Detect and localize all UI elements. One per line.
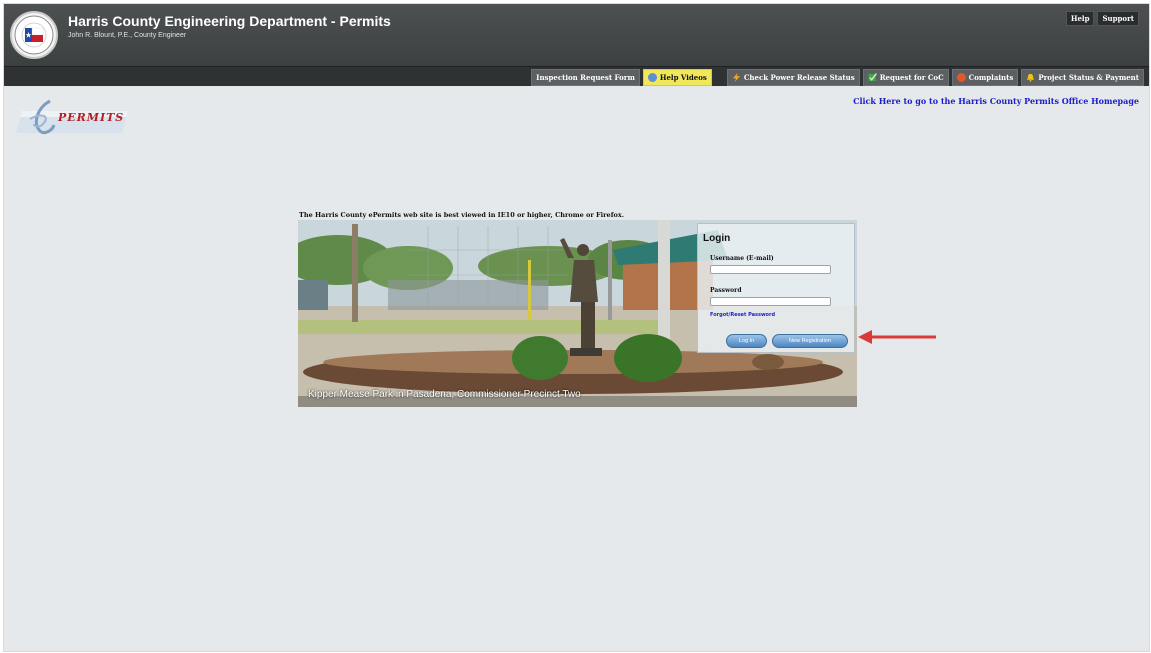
- nav-bar: Inspection Request Form Help Videos Chec…: [4, 66, 1149, 86]
- nav-items: Inspection Request Form Help Videos Chec…: [531, 69, 1144, 86]
- page-frame: Harris County Engineering Department - P…: [3, 3, 1150, 652]
- login-panel: Login Username (E-mail) Password Forgot/…: [697, 223, 855, 353]
- lightning-icon: [732, 73, 740, 82]
- password-label: Password: [710, 287, 742, 294]
- site-subtitle: John R. Blount, P.E., County Engineer: [68, 32, 187, 39]
- help-link[interactable]: Help: [1065, 11, 1095, 26]
- forgot-password-link[interactable]: Forgot/Reset Password: [710, 312, 775, 318]
- nav-label: Check Power Release Status: [743, 73, 855, 82]
- site-header: Harris County Engineering Department - P…: [4, 4, 1149, 66]
- nav-complaints[interactable]: Complaints: [951, 69, 1019, 86]
- browser-notice: The Harris County ePermits web site is b…: [299, 211, 624, 219]
- site-title: Harris County Engineering Department - P…: [68, 13, 391, 29]
- nav-inspection-request-form[interactable]: Inspection Request Form: [531, 69, 640, 86]
- county-seal-icon: [10, 11, 58, 59]
- hero-caption: Kipper Mease Park in Pasadena, Commissio…: [308, 389, 581, 400]
- permits-homepage-link[interactable]: Click Here to go to the Harris County Pe…: [853, 96, 1139, 106]
- username-label: Username (E-mail): [710, 255, 774, 262]
- nav-help-videos[interactable]: Help Videos: [642, 69, 712, 86]
- nav-request-for-coc[interactable]: Request for CoC: [862, 69, 949, 86]
- checkbox-icon: [868, 73, 877, 82]
- globe-icon: [647, 73, 657, 82]
- top-links: Help Support: [1065, 11, 1139, 26]
- support-link[interactable]: Support: [1097, 11, 1139, 26]
- nav-label: Request for CoC: [879, 73, 944, 82]
- nav-label: Help Videos: [659, 73, 707, 82]
- nav-label: Inspection Request Form: [536, 73, 635, 82]
- login-button[interactable]: Log In: [726, 334, 767, 348]
- new-registration-button[interactable]: New Registration: [772, 334, 848, 348]
- red-arrow-icon: [858, 330, 936, 344]
- complaint-icon: [956, 73, 966, 82]
- hero-image: Kipper Mease Park in Pasadena, Commissio…: [298, 220, 857, 407]
- nav-check-power-release-status[interactable]: Check Power Release Status: [726, 69, 860, 86]
- nav-label: Complaints: [968, 73, 1014, 82]
- password-field[interactable]: [710, 297, 831, 306]
- login-title: Login: [703, 233, 731, 244]
- bell-icon: [1027, 73, 1035, 82]
- nav-label: Project Status & Payment: [1038, 73, 1139, 82]
- username-field[interactable]: [710, 265, 831, 274]
- epermits-logo: PERMITS: [16, 97, 136, 145]
- logo-text: PERMITS: [58, 111, 125, 124]
- nav-project-status-payment[interactable]: Project Status & Payment: [1021, 69, 1144, 86]
